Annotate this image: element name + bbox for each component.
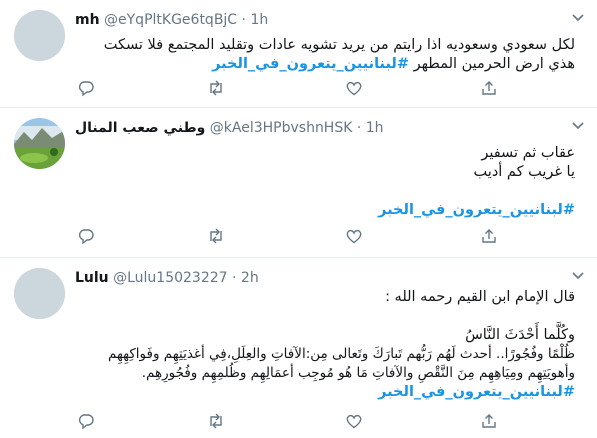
user-handle[interactable]: @kAel3HPbvshnHSK <box>210 120 353 136</box>
chevron-down-icon[interactable] <box>571 118 585 132</box>
timestamp[interactable]: 1h <box>250 12 268 28</box>
share-icon[interactable] <box>480 412 498 430</box>
tweet-actions <box>75 79 575 99</box>
display-name[interactable]: وطني صعب المنال <box>75 120 205 136</box>
tweet-header: وطني صعب المنال @kAel3HPbvshnHSK · 1h <box>75 118 573 138</box>
tweet[interactable]: وطني صعب المنال @kAel3HPbvshnHSK · 1h عق… <box>0 108 597 258</box>
tweet-line: وأهويَتِهِم ومِيَاهِهِم مِنَ النَّقْصِ و… <box>141 365 575 381</box>
tweet-text: عقاب ثم تسفير يا غريب كم أديب #لبنانيين_… <box>75 144 575 220</box>
hashtag-link[interactable]: #لبنانيين_يتعرون_في_الخبر <box>75 201 575 220</box>
avatar[interactable] <box>14 118 65 169</box>
tweet-actions <box>75 412 575 432</box>
timestamp[interactable]: 2h <box>241 270 259 286</box>
reply-icon[interactable] <box>77 79 95 97</box>
separator: · <box>232 270 237 286</box>
retweet-icon[interactable] <box>207 227 225 245</box>
avatar[interactable] <box>14 10 65 61</box>
reply-icon[interactable] <box>77 412 95 430</box>
tweet-actions <box>75 227 575 247</box>
tweet[interactable]: mh @eYqPltKGe6tqBjC · 1h لكل سعودي وسعود… <box>0 0 597 108</box>
tweet-header: Lulu @Lulu15023227 · 2h <box>75 268 573 288</box>
user-handle[interactable]: @Lulu15023227 <box>113 270 227 286</box>
like-icon[interactable] <box>345 227 363 245</box>
tweet-line-with-hashtag: هذي ارض الحرمين المطهر #لبنانيين_يتعرون_… <box>75 55 575 74</box>
user-handle[interactable]: @eYqPltKGe6tqBjC <box>104 12 237 28</box>
hashtag-link[interactable]: #لبنانيين_يتعرون_في_الخبر <box>212 56 409 72</box>
avatar[interactable] <box>14 268 65 319</box>
reply-icon[interactable] <box>77 227 95 245</box>
tweet-line: هذي ارض الحرمين المطهر <box>413 56 575 72</box>
chevron-down-icon[interactable] <box>571 10 585 24</box>
hashtag-link[interactable]: #لبنانيين_يتعرون_في_الخبر <box>75 383 575 402</box>
tweet[interactable]: Lulu @Lulu15023227 · 2h قال الإمام ابن ا… <box>0 258 597 438</box>
like-icon[interactable] <box>345 412 363 430</box>
tweet-text: قال الإمام ابن القيم رحمه الله : وكُلَّم… <box>75 288 575 402</box>
tweet-text: لكل سعودي وسعوديه اذا رايتم من يريد تشوي… <box>75 36 575 74</box>
display-name[interactable]: Lulu <box>75 270 109 286</box>
retweet-icon[interactable] <box>207 412 225 430</box>
display-name[interactable]: mh <box>75 12 100 28</box>
tweet-line: وكُلَّما أَحْدَثَ النَّاسُ <box>465 327 575 343</box>
chevron-down-icon[interactable] <box>571 268 585 282</box>
tweet-line: لكل سعودي وسعوديه اذا رايتم من يريد تشوي… <box>103 37 575 53</box>
timestamp[interactable]: 1h <box>366 120 384 136</box>
separator: · <box>356 120 362 136</box>
tweet-line: قال الإمام ابن القيم رحمه الله : <box>385 289 575 305</box>
tweet-line: ظُلْمًا وفُجُورًا.. أحدث لَهُم رَبُّهم ت… <box>107 346 575 362</box>
tweet-header: mh @eYqPltKGe6tqBjC · 1h <box>75 10 573 30</box>
tweet-line: عقاب ثم تسفير <box>481 145 575 161</box>
like-icon[interactable] <box>345 79 363 97</box>
separator: · <box>241 12 246 28</box>
tweet-line: يا غريب كم أديب <box>473 164 575 180</box>
retweet-icon[interactable] <box>207 79 225 97</box>
share-icon[interactable] <box>480 227 498 245</box>
share-icon[interactable] <box>480 79 498 97</box>
